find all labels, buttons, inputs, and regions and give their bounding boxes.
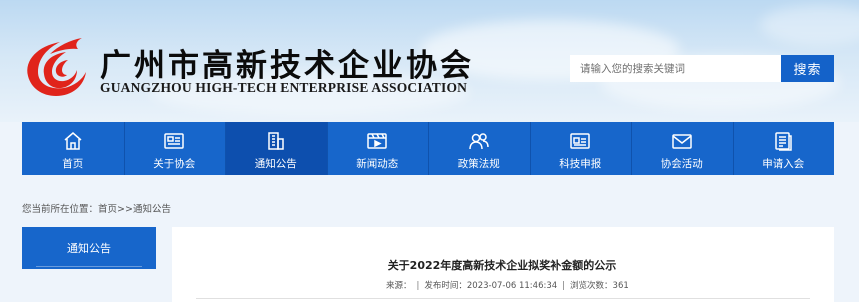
- nav-item-news[interactable]: 新闻动态: [326, 122, 429, 175]
- id-card-icon: [570, 133, 590, 149]
- site-subtitle: GUANGZHOU HIGH-TECH ENTERPRISE ASSOCIATI…: [100, 80, 468, 95]
- breadcrumb: 您当前所在位置：首页>>通知公告: [22, 201, 171, 215]
- building-icon: [268, 132, 284, 150]
- article-published: 发布时间：2023-07-06 11:46:34: [424, 281, 558, 291]
- nav-item-events[interactable]: 协会活动: [631, 122, 733, 175]
- nav-label: 政策法规: [457, 158, 500, 170]
- nav-label: 关于协会: [153, 158, 196, 170]
- nav-item-home[interactable]: 首页: [22, 122, 124, 175]
- nav-item-about[interactable]: 关于协会: [123, 122, 226, 175]
- article-meta: 来源： | 发布时间：2023-07-06 11:46:34 | 浏览次数：361: [386, 279, 629, 291]
- main-nav: 首页 关于协会 通知公告 新闻动态 政策法规 科技申报 协会活动 申请入会: [22, 122, 834, 175]
- meta-separator: |: [562, 281, 566, 291]
- article-views: 浏览次数：361: [570, 281, 629, 291]
- nav-label: 新闻动态: [356, 158, 399, 170]
- nav-item-notices[interactable]: 通知公告: [225, 122, 327, 175]
- nav-label: 申请入会: [762, 158, 805, 170]
- site-title: 广州市高新技术企业协会: [100, 48, 474, 84]
- nav-label: 首页: [62, 158, 84, 170]
- newspaper-icon: [164, 133, 184, 149]
- breadcrumb-current-link[interactable]: 通知公告: [133, 204, 171, 215]
- breadcrumb-separator: >>: [117, 204, 133, 215]
- nav-item-tech-application[interactable]: 科技申报: [529, 122, 632, 175]
- video-icon: [367, 133, 387, 149]
- document-icon: [775, 132, 792, 151]
- people-icon: [469, 133, 489, 150]
- home-icon: [64, 132, 82, 150]
- divider: [196, 298, 810, 299]
- breadcrumb-prefix: 您当前所在位置：: [22, 204, 99, 215]
- article-title: 关于2022年度高新技术企业拟奖补金额的公示: [387, 259, 617, 272]
- flame-logo-icon[interactable]: [20, 32, 92, 98]
- mail-icon: [672, 134, 692, 149]
- search-button[interactable]: 搜索: [781, 55, 834, 82]
- sidebar-heading-label: 通知公告: [67, 242, 111, 255]
- nav-label: 协会活动: [660, 158, 703, 170]
- article-source: 来源：: [386, 281, 412, 291]
- nav-item-join[interactable]: 申请入会: [732, 122, 835, 175]
- nav-label: 通知公告: [254, 158, 297, 170]
- nav-label: 科技申报: [559, 158, 602, 170]
- meta-separator: |: [416, 281, 420, 291]
- nav-item-policy[interactable]: 政策法规: [428, 122, 530, 175]
- search-input[interactable]: [570, 55, 781, 82]
- cloud-decoration: [760, 5, 859, 45]
- breadcrumb-home-link[interactable]: 首页: [98, 204, 117, 215]
